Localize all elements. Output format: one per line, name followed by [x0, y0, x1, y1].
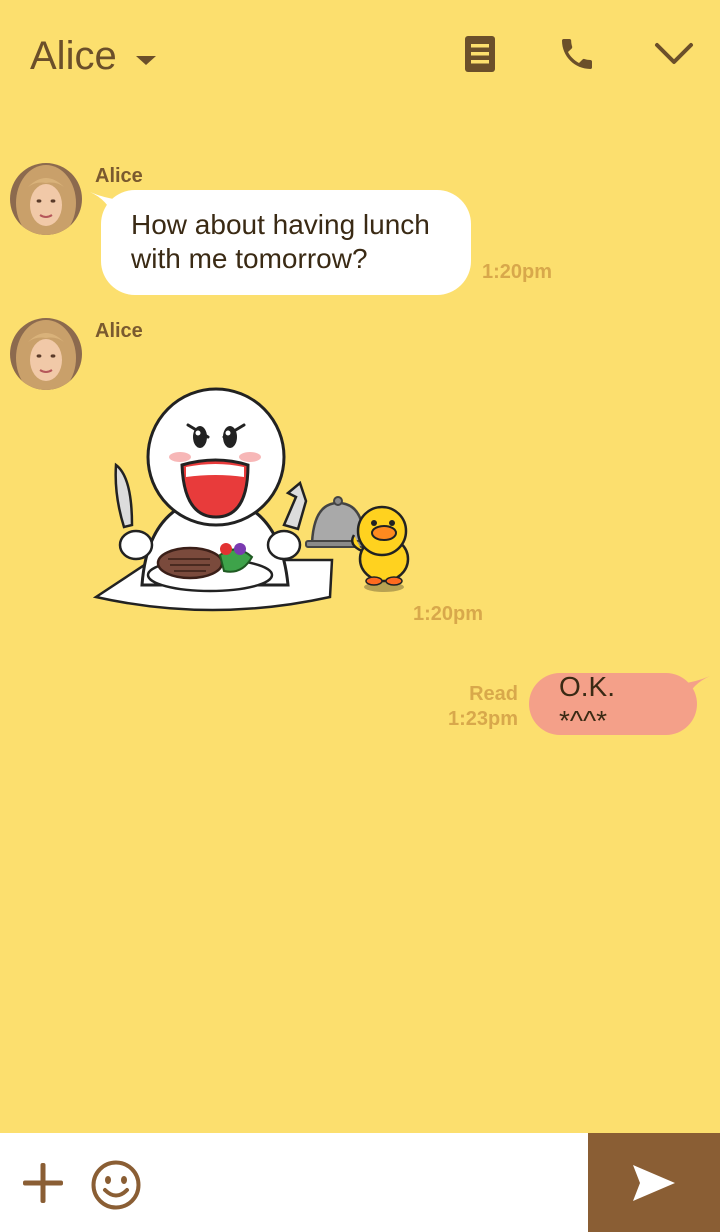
sender-name: Alice	[95, 165, 143, 187]
message-time: 1:20pm	[482, 261, 553, 283]
avatar-photo	[10, 163, 82, 235]
phone-icon	[562, 39, 592, 69]
message-input[interactable]	[160, 1143, 584, 1224]
message-bubble[interactable]: O.K. *^^*	[529, 671, 697, 736]
message-bubble[interactable]: How about having lunch with me tomorrow?	[101, 190, 471, 295]
avatar[interactable]	[10, 318, 82, 390]
read-status: Read	[469, 683, 518, 705]
chat-title[interactable]: Alice	[30, 32, 117, 80]
smiley-icon	[91, 1160, 141, 1210]
notes-button[interactable]	[454, 28, 506, 80]
emoji-button[interactable]	[89, 1158, 143, 1212]
plus-icon	[23, 1163, 63, 1203]
caret-down-icon[interactable]	[134, 52, 158, 68]
sticker-image[interactable]	[92, 385, 417, 620]
message-time: 1:20pm	[413, 603, 484, 625]
message-text-line: with me tomorrow?	[131, 243, 368, 274]
message-text-line: How about having lunch	[131, 209, 430, 240]
chevron-down-icon	[655, 43, 693, 64]
add-button[interactable]	[18, 1158, 68, 1208]
message-time: 1:23pm	[447, 708, 518, 730]
send-button[interactable]	[588, 1133, 720, 1232]
chat-header: Alice	[0, 0, 720, 110]
message-text: O.K. *^^*	[559, 671, 616, 736]
note-icon	[465, 36, 495, 72]
collapse-button[interactable]	[648, 28, 700, 80]
call-button[interactable]	[551, 28, 603, 80]
send-arrow-icon	[633, 1164, 675, 1201]
input-bar	[0, 1133, 720, 1232]
avatar-photo	[10, 318, 82, 390]
sender-name: Alice	[95, 320, 143, 342]
avatar[interactable]	[10, 163, 82, 235]
